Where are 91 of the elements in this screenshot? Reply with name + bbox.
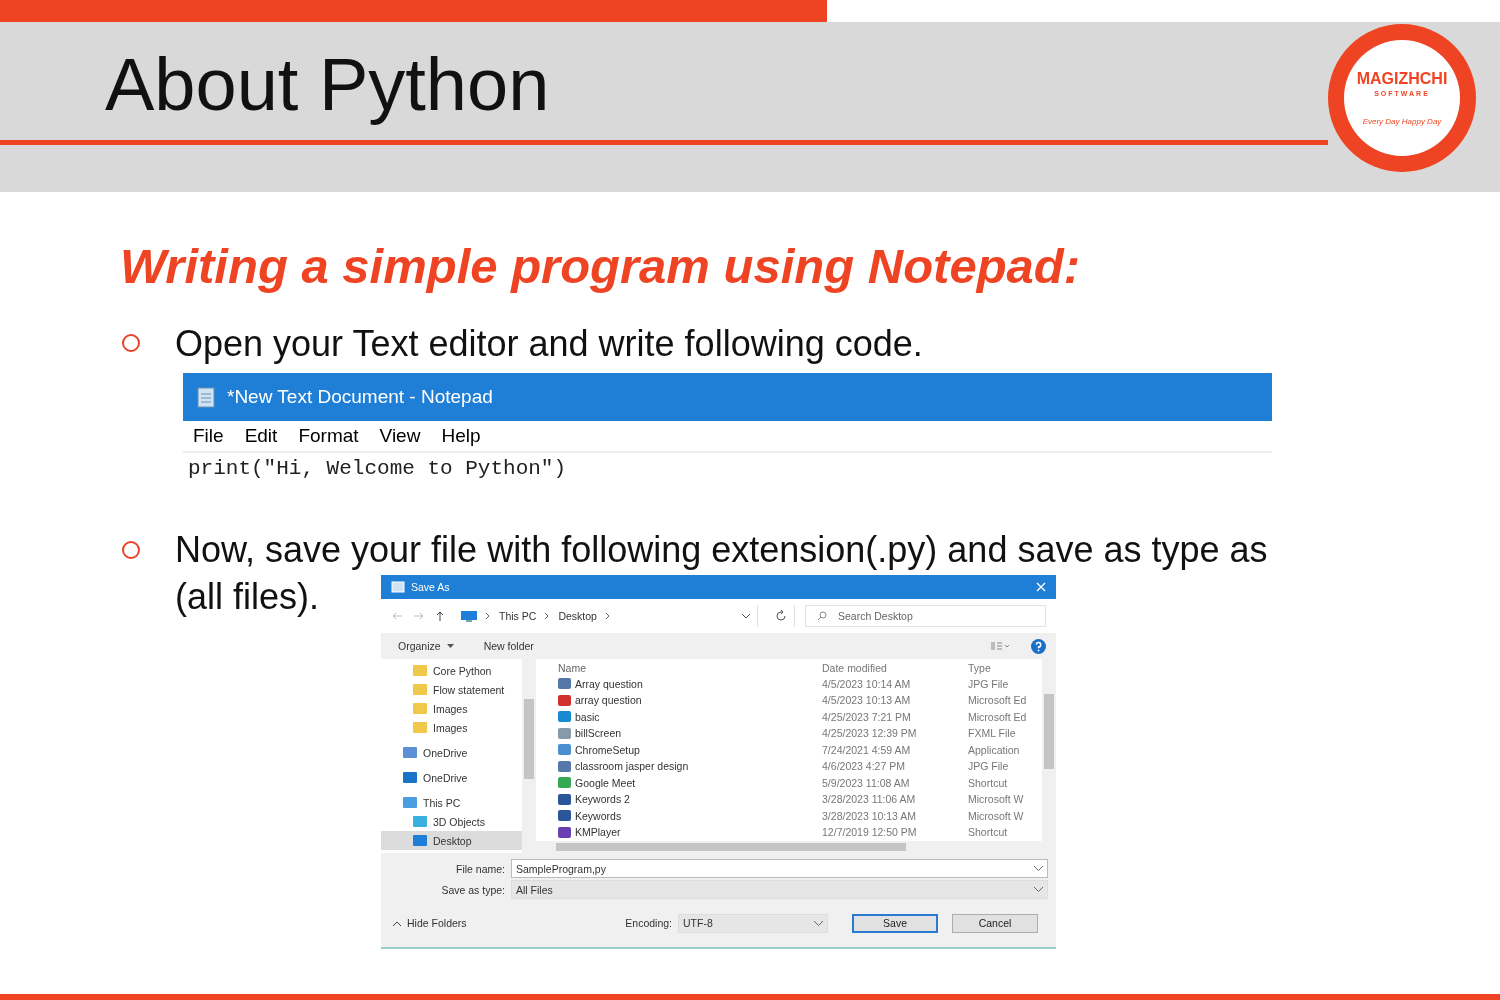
bullet-icon <box>120 332 142 355</box>
file-icon <box>558 744 572 755</box>
nav-icon <box>413 816 428 828</box>
file-row[interactable]: basic 4/25/2023 7:21 PM Microsoft Ed <box>558 708 1043 725</box>
dialog-title: Save As <box>411 581 450 594</box>
bullet-text: (all files). <box>175 575 320 620</box>
pc-icon <box>461 610 478 622</box>
dropdown-caret-icon <box>814 920 824 926</box>
file-row[interactable]: billScreen 4/25/2023 12:39 PM FXML File <box>558 724 1043 742</box>
menu-item[interactable]: Edit <box>244 425 278 452</box>
nav-item[interactable]: This PC <box>381 793 523 813</box>
nav-item[interactable]: OneDrive <box>381 768 523 788</box>
nav-icon <box>413 665 428 677</box>
nav-item[interactable]: OneDrive <box>381 743 523 763</box>
logo-tagline: Every Day Happy Day <box>1362 117 1442 126</box>
window-icon <box>391 581 406 594</box>
dropdown-caret-icon <box>1034 887 1044 893</box>
file-row[interactable]: array question 4/5/2023 10:13 AM Microsoft Ed <box>558 691 1043 709</box>
file-icon <box>558 760 572 772</box>
code-line: print("Hi, Welcome to Python") <box>187 456 568 483</box>
nav-item[interactable]: 3D Objects <box>381 812 523 832</box>
breadcrumb-item[interactable]: Desktop <box>558 610 597 623</box>
file-row[interactable]: Array question 4/5/2023 10:14 AM JPG File <box>558 675 1043 692</box>
save-type-dropdown[interactable]: All Files <box>511 880 1049 900</box>
cancel-button[interactable]: Cancel <box>952 913 1039 933</box>
file-icon <box>558 793 572 805</box>
caret-icon <box>446 644 454 649</box>
nav-icon <box>413 835 428 847</box>
file-row[interactable]: classroom jasper design 4/6/2023 4:27 PM JPG File <box>558 757 1043 775</box>
nav-icon <box>413 684 428 696</box>
dropdown-caret-icon <box>1034 866 1044 872</box>
nav-item[interactable]: Flow statement <box>381 680 523 700</box>
file-icon <box>558 678 572 689</box>
bullet-icon <box>120 538 142 561</box>
search-icon <box>817 611 828 622</box>
save-button[interactable]: Save <box>852 913 939 933</box>
notepad-icon <box>195 386 217 409</box>
slide-subtitle: Writing a simple program using Notepad: <box>120 240 1082 294</box>
bullet-text: Open your Text editor and write following code. <box>175 321 923 366</box>
chevron-icon <box>604 612 611 621</box>
file-row[interactable]: Google Meet 5/9/2023 11:08 AM Shortcut <box>558 774 1043 791</box>
forward-arrow-icon[interactable] <box>413 611 426 622</box>
column-header[interactable]: Name <box>558 662 823 675</box>
nav-icon <box>413 703 428 715</box>
chevron-icon <box>485 612 492 621</box>
file-icon <box>558 826 572 838</box>
logo-name: MAGIZHCHI <box>1356 70 1448 88</box>
file-row[interactable]: ChromeSetup 7/24/2021 4:59 AM Application <box>558 741 1043 758</box>
dropdown-caret-icon[interactable] <box>741 613 752 620</box>
nav-item[interactable]: Core Python <box>381 661 523 681</box>
menu-item[interactable]: File <box>193 425 224 452</box>
help-icon[interactable] <box>1031 638 1047 654</box>
file-name-field[interactable]: SampleProgram,py <box>511 859 1049 879</box>
new-folder-button[interactable]: New folder <box>483 640 534 653</box>
menu-item[interactable]: View <box>379 425 421 452</box>
file-icon <box>558 777 572 788</box>
nav-item[interactable]: Images <box>381 699 523 719</box>
column-header[interactable]: Type <box>968 662 991 675</box>
encoding-dropdown[interactable]: UTF-8 <box>678 913 829 933</box>
nav-icon <box>403 772 418 784</box>
hide-folders-button[interactable]: Hide Folders <box>407 917 467 930</box>
menu-item[interactable]: Help <box>441 425 481 452</box>
nav-icon <box>413 722 428 734</box>
bullet-text: Now, save your file with following extension(.py) and save as type as <box>175 528 1268 572</box>
close-icon[interactable] <box>1036 582 1047 593</box>
menu-item[interactable]: Format <box>298 425 359 452</box>
organize-menu[interactable]: Organize <box>398 640 441 653</box>
field-label: File name: <box>455 862 506 875</box>
nav-icon <box>403 747 418 759</box>
file-icon <box>558 711 572 722</box>
chevron-icon <box>544 612 551 621</box>
field-label: Encoding: <box>625 917 673 930</box>
address-bar[interactable]: This PC Desktop <box>455 605 759 628</box>
window-title: *New Text Document - Notepad <box>227 386 493 409</box>
up-arrow-icon[interactable] <box>435 611 446 622</box>
nav-item[interactable]: Desktop <box>381 831 523 851</box>
column-header[interactable]: Date modified <box>822 662 969 675</box>
file-row[interactable]: Keywords 3/28/2023 10:13 AM Microsoft W <box>558 807 1043 824</box>
search-field[interactable]: Search Desktop <box>805 605 1047 628</box>
field-label: Save as type: <box>440 883 506 896</box>
view-options-icon[interactable] <box>991 641 1010 652</box>
caret-up-icon <box>393 920 402 926</box>
file-icon <box>558 810 572 821</box>
file-icon <box>558 694 572 706</box>
breadcrumb-item[interactable]: This PC <box>499 610 537 623</box>
file-row[interactable]: Keywords 2 3/28/2023 11:06 AM Microsoft W <box>558 790 1043 808</box>
back-arrow-icon[interactable] <box>391 611 404 622</box>
file-row[interactable]: KMPlayer 12/7/2019 12:50 PM Shortcut <box>558 823 1043 841</box>
nav-item[interactable]: Images <box>381 718 523 738</box>
file-icon <box>558 727 572 739</box>
nav-icon <box>403 797 418 809</box>
